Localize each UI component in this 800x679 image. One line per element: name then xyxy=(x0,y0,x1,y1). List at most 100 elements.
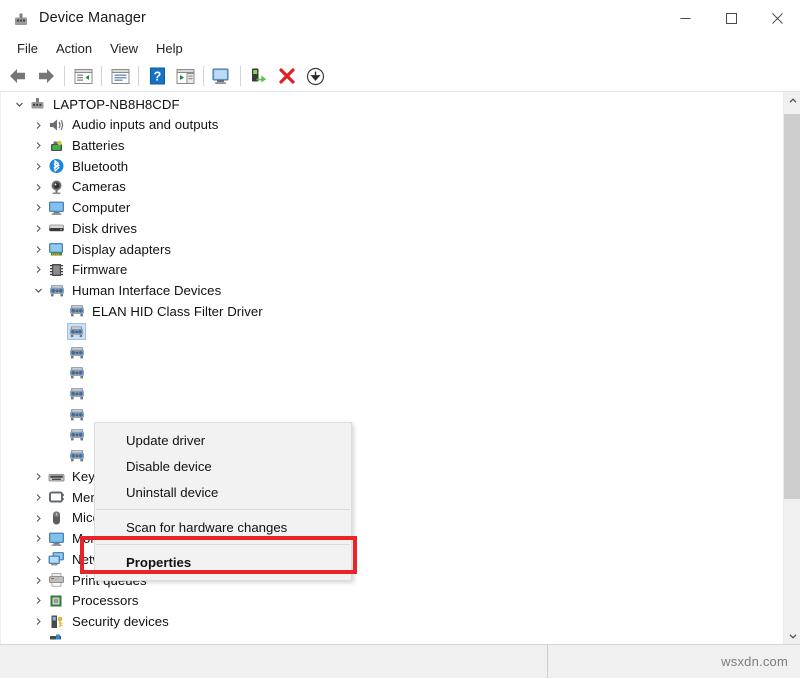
close-button[interactable] xyxy=(754,0,800,37)
status-right-cell: wsxdn.com xyxy=(547,645,800,678)
menu-action[interactable]: Action xyxy=(47,40,101,57)
chevron-right-icon[interactable] xyxy=(30,534,47,543)
tree-row-security-devices[interactable]: Security devices xyxy=(1,611,783,632)
device-tree-panel: LAPTOP-NB8H8CDF Audio inputs and outputs xyxy=(0,92,800,644)
chevron-right-icon[interactable] xyxy=(30,555,47,564)
scroll-down-arrow-icon[interactable] xyxy=(784,627,800,644)
chevron-right-icon[interactable] xyxy=(30,121,47,130)
tree-row-disk-drives[interactable]: Disk drives xyxy=(1,218,783,239)
tree-label: Cameras xyxy=(72,180,126,193)
tree-label: Firmware xyxy=(72,263,127,276)
chevron-right-icon[interactable] xyxy=(30,183,47,192)
show-hide-console-tree-icon[interactable] xyxy=(69,63,97,89)
battery-icon xyxy=(47,137,66,154)
chevron-right-icon[interactable] xyxy=(30,141,47,150)
chevron-right-icon[interactable] xyxy=(30,224,47,233)
context-menu-separator xyxy=(96,509,350,510)
chevron-down-icon[interactable] xyxy=(11,100,28,109)
network-adapter-icon xyxy=(47,551,66,568)
scan-for-hardware-changes-icon[interactable] xyxy=(208,63,236,89)
maximize-button[interactable] xyxy=(708,0,754,37)
properties-icon[interactable] xyxy=(106,63,134,89)
tree-row-root[interactable]: LAPTOP-NB8H8CDF xyxy=(1,94,783,115)
tree-row-bluetooth[interactable]: Bluetooth xyxy=(1,156,783,177)
hid-device-icon xyxy=(67,323,86,340)
context-menu[interactable]: Update driver Disable device Uninstall d… xyxy=(94,422,352,581)
tree-row-hid-child-selected[interactable] xyxy=(1,322,783,343)
chevron-right-icon[interactable] xyxy=(30,162,47,171)
vertical-scrollbar[interactable] xyxy=(783,92,800,644)
tree-row-display-adapters[interactable]: Display adapters xyxy=(1,239,783,260)
hid-device-icon xyxy=(67,385,86,402)
tree-row-firmware[interactable]: Firmware xyxy=(1,260,783,281)
forward-arrow-icon[interactable] xyxy=(32,63,60,89)
help-icon[interactable]: ? xyxy=(143,63,171,89)
sensor-device-icon xyxy=(47,634,66,644)
context-menu-item-update-driver[interactable]: Update driver xyxy=(95,427,351,453)
tree-row-hid-child[interactable]: ELAN HID Class Filter Driver xyxy=(1,301,783,322)
chevron-right-icon[interactable] xyxy=(30,203,47,212)
hid-device-icon xyxy=(67,344,86,361)
tree-row-batteries[interactable]: Batteries xyxy=(1,135,783,156)
tree-row-computer[interactable]: Computer xyxy=(1,197,783,218)
disable-device-icon[interactable] xyxy=(301,63,329,89)
scroll-up-arrow-icon[interactable] xyxy=(784,92,800,109)
chevron-right-icon[interactable] xyxy=(30,514,47,523)
tree-row-hid-child[interactable] xyxy=(1,363,783,384)
tree-label: Bluetooth xyxy=(72,160,128,173)
tree-row-processors[interactable]: Processors xyxy=(1,591,783,612)
chevron-right-icon[interactable] xyxy=(30,576,47,585)
tree-row-cameras[interactable]: Cameras xyxy=(1,177,783,198)
tree-label: Computer xyxy=(72,201,130,214)
tree-label: Human Interface Devices xyxy=(72,284,221,297)
menu-view[interactable]: View xyxy=(101,40,147,57)
hid-device-icon xyxy=(67,303,86,320)
hid-icon xyxy=(47,282,66,299)
menu-file[interactable]: File xyxy=(8,40,47,57)
tree-row-hid-child[interactable] xyxy=(1,384,783,405)
mouse-icon xyxy=(47,510,66,527)
chevron-right-icon[interactable] xyxy=(30,245,47,254)
menu-help[interactable]: Help xyxy=(147,40,192,57)
toolbar-separator xyxy=(138,66,139,86)
titlebar: Device Manager xyxy=(0,0,800,37)
window-title: Device Manager xyxy=(39,11,146,26)
svg-text:?: ? xyxy=(153,70,161,84)
minimize-button[interactable] xyxy=(662,0,708,37)
context-menu-item-uninstall-device[interactable]: Uninstall device xyxy=(95,479,351,505)
display-adapter-icon xyxy=(47,241,66,258)
chevron-right-icon[interactable] xyxy=(30,617,47,626)
scrollbar-thumb[interactable] xyxy=(784,114,800,499)
chevron-right-icon[interactable] xyxy=(30,265,47,274)
toolbar: ? xyxy=(0,61,800,92)
context-menu-item-properties[interactable]: Properties xyxy=(95,549,351,575)
tree-label: Processors xyxy=(72,594,138,607)
show-hide-action-pane-icon[interactable] xyxy=(171,63,199,89)
tree-label: Batteries xyxy=(72,139,125,152)
toolbar-separator xyxy=(64,66,65,86)
tree-row-partial[interactable] xyxy=(1,632,783,644)
update-driver-icon[interactable] xyxy=(245,63,273,89)
tree-row-human-interface-devices[interactable]: Human Interface Devices xyxy=(1,280,783,301)
context-menu-item-scan-for-hardware-changes[interactable]: Scan for hardware changes xyxy=(95,514,351,540)
status-left-cell xyxy=(0,645,547,678)
hid-device-icon xyxy=(67,427,86,444)
tree-label: ELAN HID Class Filter Driver xyxy=(92,305,263,318)
uninstall-device-icon[interactable] xyxy=(273,63,301,89)
chevron-down-icon[interactable] xyxy=(30,286,47,295)
device-manager-icon xyxy=(12,11,30,29)
tree-label: Disk drives xyxy=(72,222,137,235)
chevron-right-icon[interactable] xyxy=(30,493,47,502)
context-menu-bottom-padding xyxy=(95,575,351,580)
tree-row-hid-child[interactable] xyxy=(1,342,783,363)
toolbar-separator xyxy=(203,66,204,86)
speaker-icon xyxy=(47,117,66,134)
context-menu-item-disable-device[interactable]: Disable device xyxy=(95,453,351,479)
tree-label: LAPTOP-NB8H8CDF xyxy=(53,98,180,111)
tree-row-audio-inputs-and-outputs[interactable]: Audio inputs and outputs xyxy=(1,115,783,136)
chevron-right-icon[interactable] xyxy=(30,596,47,605)
back-arrow-icon[interactable] xyxy=(4,63,32,89)
tree-label: Display adapters xyxy=(72,243,171,256)
chevron-right-icon[interactable] xyxy=(30,472,47,481)
keyboard-icon xyxy=(47,468,66,485)
